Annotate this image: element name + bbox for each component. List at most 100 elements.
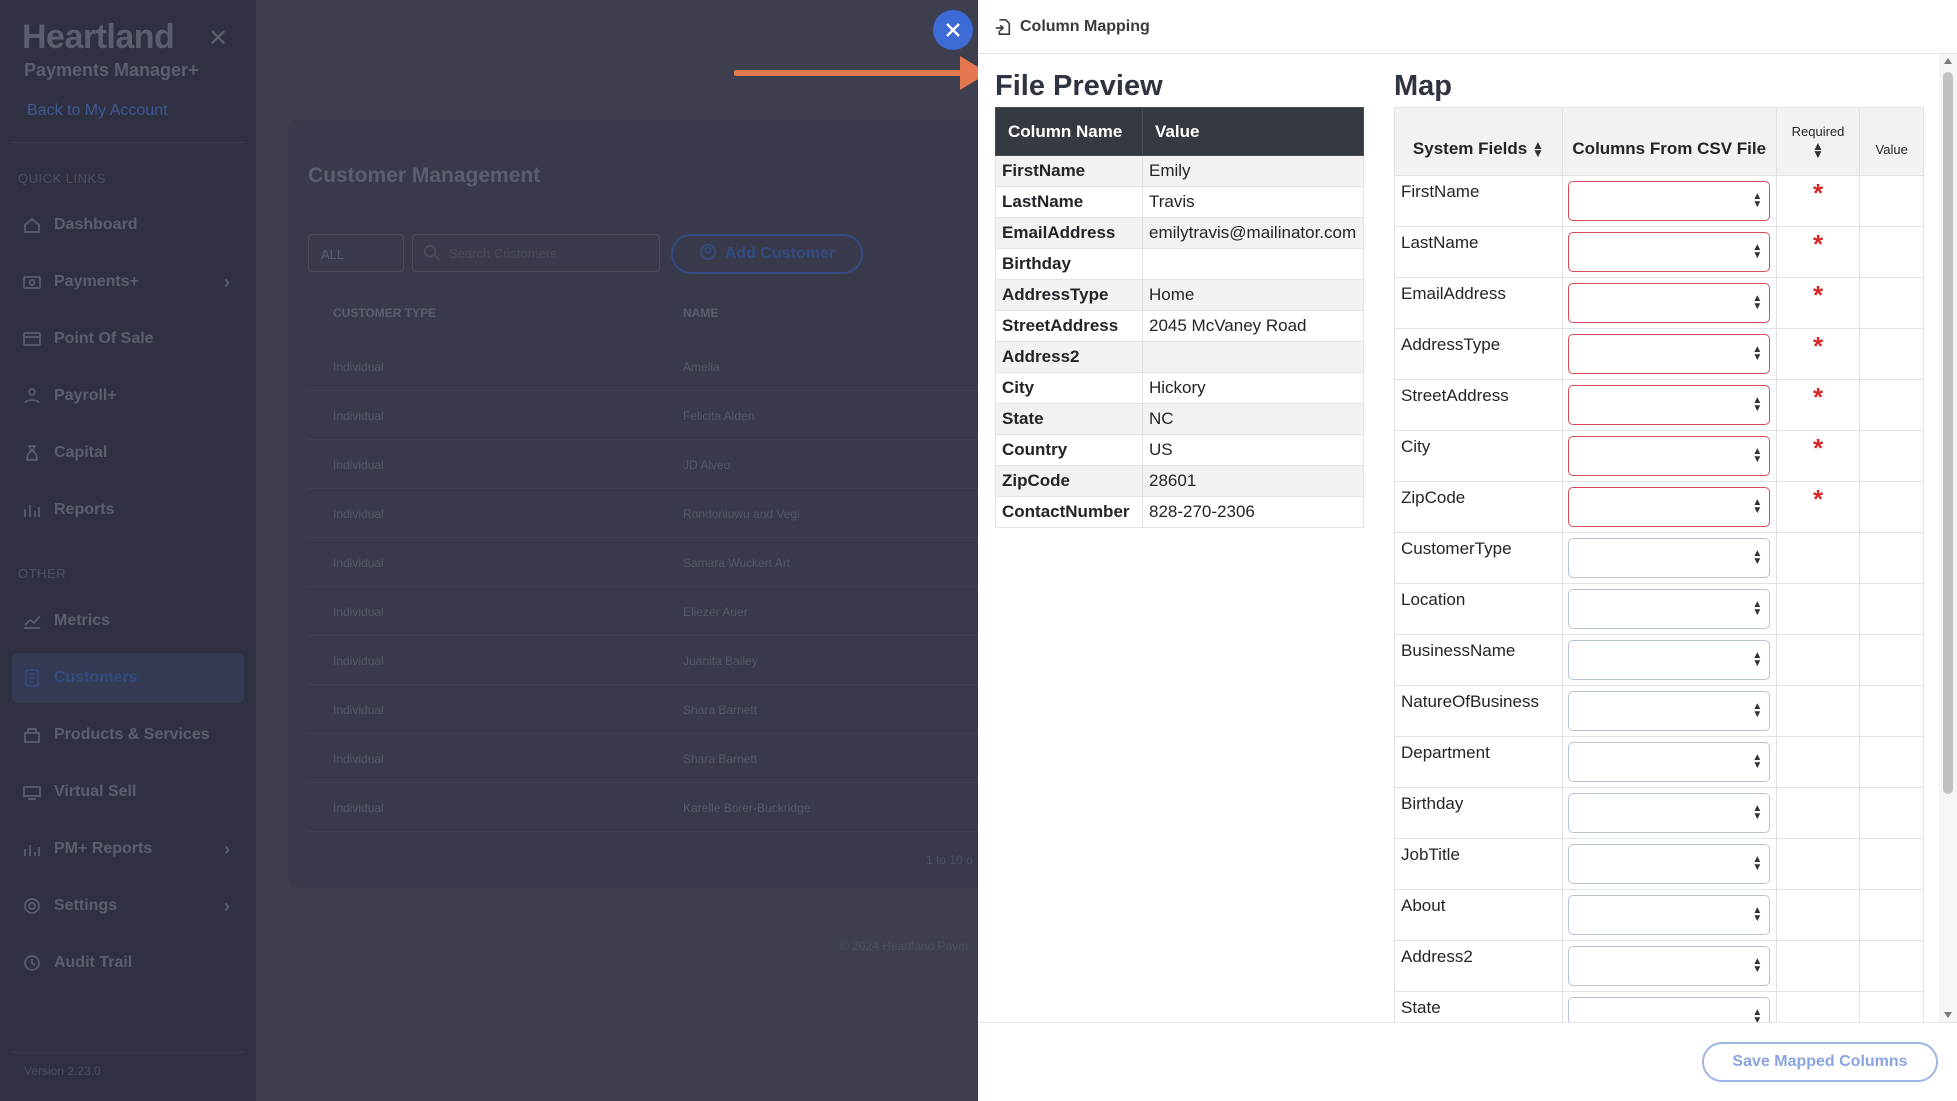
scroll-down-icon[interactable] bbox=[1944, 1012, 1952, 1018]
csv-column-select[interactable]: ▲ ▼ bbox=[1568, 538, 1771, 578]
customer-type-filter[interactable]: ALL bbox=[308, 234, 404, 272]
preview-name: FirstName bbox=[995, 155, 1143, 187]
chevron-right-icon: › bbox=[224, 895, 230, 916]
file-import-icon bbox=[995, 18, 1011, 35]
system-field-name: Address2 bbox=[1394, 940, 1563, 992]
csv-column-select[interactable]: ▲ ▼ bbox=[1568, 997, 1771, 1022]
csv-column-select[interactable]: ▲ ▼ bbox=[1568, 334, 1771, 374]
drawer-scrollbar[interactable] bbox=[1939, 54, 1957, 1022]
map-row: CustomerType ▲ ▼ bbox=[1394, 532, 1924, 584]
csv-column-select[interactable]: ▲ ▼ bbox=[1568, 691, 1771, 731]
cell-type: Individual bbox=[333, 360, 384, 374]
csv-column-select[interactable]: ▲ ▼ bbox=[1568, 640, 1771, 680]
sidebar-item-point-of-sale[interactable]: Point Of Sale bbox=[12, 314, 244, 364]
csv-column-select[interactable]: ▲ ▼ bbox=[1568, 385, 1771, 425]
column-header-name[interactable]: NAME bbox=[683, 306, 718, 320]
required-header[interactable]: Required ▲ ▼ bbox=[1775, 107, 1861, 176]
cell-name: JD Alveo bbox=[683, 458, 731, 472]
table-row: AddressType Home bbox=[995, 279, 1364, 311]
csv-column-select[interactable]: ▲ ▼ bbox=[1568, 895, 1771, 935]
csv-column-select[interactable]: ▲ ▼ bbox=[1568, 181, 1771, 221]
system-field-name: BusinessName bbox=[1394, 634, 1563, 686]
table-row[interactable]: Individual Shara Barnett bbox=[308, 685, 1008, 734]
sidebar-item-dashboard[interactable]: Dashboard bbox=[12, 200, 244, 250]
sidebar-item-reports[interactable]: Reports bbox=[12, 485, 244, 535]
csv-column-select[interactable]: ▲ ▼ bbox=[1568, 232, 1771, 272]
sidebar-item-products-services[interactable]: Products & Services bbox=[12, 710, 244, 760]
csv-column-cell: ▲ ▼ bbox=[1561, 991, 1777, 1022]
customer-search-input[interactable]: Search Customers bbox=[412, 234, 660, 272]
csv-column-cell: ▲ ▼ bbox=[1561, 226, 1777, 278]
table-row[interactable]: Individual Rondoniuwu and Vegi bbox=[308, 489, 1008, 538]
preview-name: LastName bbox=[995, 186, 1143, 218]
chevron-right-icon: › bbox=[224, 838, 230, 859]
file-preview-table: Column Name Value FirstName Emily LastNam… bbox=[995, 107, 1364, 528]
table-row[interactable]: Individual Juanita Bailey bbox=[308, 636, 1008, 685]
sidebar-item-payments[interactable]: Payments+ › bbox=[12, 257, 244, 307]
scroll-up-icon[interactable] bbox=[1944, 58, 1952, 64]
sidebar-item-pm-reports[interactable]: PM+ Reports › bbox=[12, 824, 244, 874]
required-indicator: * bbox=[1775, 226, 1861, 278]
select-arrows-icon: ▲ ▼ bbox=[1752, 752, 1763, 771]
virtual-sell-icon bbox=[20, 782, 44, 802]
add-user-icon bbox=[699, 243, 717, 266]
audit-trail-icon bbox=[20, 953, 44, 973]
select-arrows-icon: ▲ ▼ bbox=[1752, 956, 1763, 975]
csv-column-select[interactable]: ▲ ▼ bbox=[1568, 793, 1771, 833]
add-customer-button[interactable]: Add Customer bbox=[671, 234, 863, 274]
drawer-body[interactable]: File Preview Column Name Value FirstName… bbox=[978, 54, 1940, 1022]
sidebar-item-virtual-sell[interactable]: Virtual Sell bbox=[12, 767, 244, 817]
close-drawer-button[interactable] bbox=[933, 10, 973, 50]
table-row[interactable]: Individual Amelia bbox=[308, 342, 1008, 391]
back-to-account-link[interactable]: Back to My Account bbox=[27, 102, 168, 120]
sidebar-item-customers[interactable]: Customers bbox=[12, 653, 244, 703]
cell-type: Individual bbox=[333, 556, 384, 570]
table-row[interactable]: Individual Karelle Borer-Buckridge bbox=[308, 783, 1008, 832]
mapped-value-cell bbox=[1859, 175, 1924, 227]
table-row[interactable]: Individual Eliezer Auer bbox=[308, 587, 1008, 636]
sidebar-item-audit-trail[interactable]: Audit Trail bbox=[12, 938, 244, 988]
table-row: Address2 bbox=[995, 341, 1364, 373]
csv-column-select[interactable]: ▲ ▼ bbox=[1568, 742, 1771, 782]
required-indicator: * bbox=[1775, 277, 1861, 329]
table-row[interactable]: Individual Felicita Alden bbox=[308, 391, 1008, 440]
capital-icon bbox=[20, 443, 44, 463]
csv-column-select[interactable]: ▲ ▼ bbox=[1568, 436, 1771, 476]
preview-value bbox=[1142, 341, 1364, 373]
cell-name: Shara Barnett bbox=[683, 752, 758, 766]
map-row: StreetAddress ▲ ▼ * bbox=[1394, 379, 1924, 431]
system-fields-header[interactable]: System Fields ▲ ▼ bbox=[1394, 107, 1563, 176]
sidebar-item-payroll[interactable]: Payroll+ bbox=[12, 371, 244, 421]
scrollbar-thumb[interactable] bbox=[1943, 72, 1953, 794]
csv-column-select[interactable]: ▲ ▼ bbox=[1568, 844, 1771, 884]
preview-name: City bbox=[995, 372, 1143, 404]
mapped-value-cell bbox=[1859, 889, 1924, 941]
sidebar-item-label: Payroll+ bbox=[54, 387, 117, 404]
csv-column-select[interactable]: ▲ ▼ bbox=[1568, 589, 1771, 629]
mapped-value-cell bbox=[1859, 226, 1924, 278]
mapped-value-cell bbox=[1859, 430, 1924, 482]
sidebar-item-label: Products & Services bbox=[54, 726, 210, 743]
pagination-info: 1 to 10 o bbox=[926, 853, 973, 867]
sidebar-close-icon[interactable]: ✕ bbox=[208, 24, 228, 53]
csv-column-select[interactable]: ▲ ▼ bbox=[1568, 946, 1771, 986]
save-mapped-columns-button[interactable]: Save Mapped Columns bbox=[1702, 1042, 1938, 1082]
csv-column-cell: ▲ ▼ bbox=[1561, 328, 1777, 380]
file-preview-title: File Preview bbox=[995, 70, 1163, 102]
sidebar-item-capital[interactable]: Capital bbox=[12, 428, 244, 478]
sidebar-item-label: Reports bbox=[54, 501, 115, 518]
csv-column-cell: ▲ ▼ bbox=[1561, 685, 1777, 737]
column-header-customer-type[interactable]: CUSTOMER TYPE bbox=[333, 306, 436, 320]
csv-column-cell: ▲ ▼ bbox=[1561, 838, 1777, 890]
sidebar-item-metrics[interactable]: Metrics bbox=[12, 596, 244, 646]
sidebar-item-settings[interactable]: Settings › bbox=[12, 881, 244, 931]
table-row: FirstName Emily bbox=[995, 155, 1364, 187]
system-field-name: JobTitle bbox=[1394, 838, 1563, 890]
drawer-header: Column Mapping bbox=[978, 0, 1957, 54]
csv-column-select[interactable]: ▲ ▼ bbox=[1568, 487, 1771, 527]
map-row: BusinessName ▲ ▼ bbox=[1394, 634, 1924, 686]
table-row[interactable]: Individual Shara Barnett bbox=[308, 734, 1008, 783]
table-row[interactable]: Individual Samara Wuckert Art bbox=[308, 538, 1008, 587]
csv-column-select[interactable]: ▲ ▼ bbox=[1568, 283, 1771, 323]
table-row[interactable]: Individual JD Alveo bbox=[308, 440, 1008, 489]
